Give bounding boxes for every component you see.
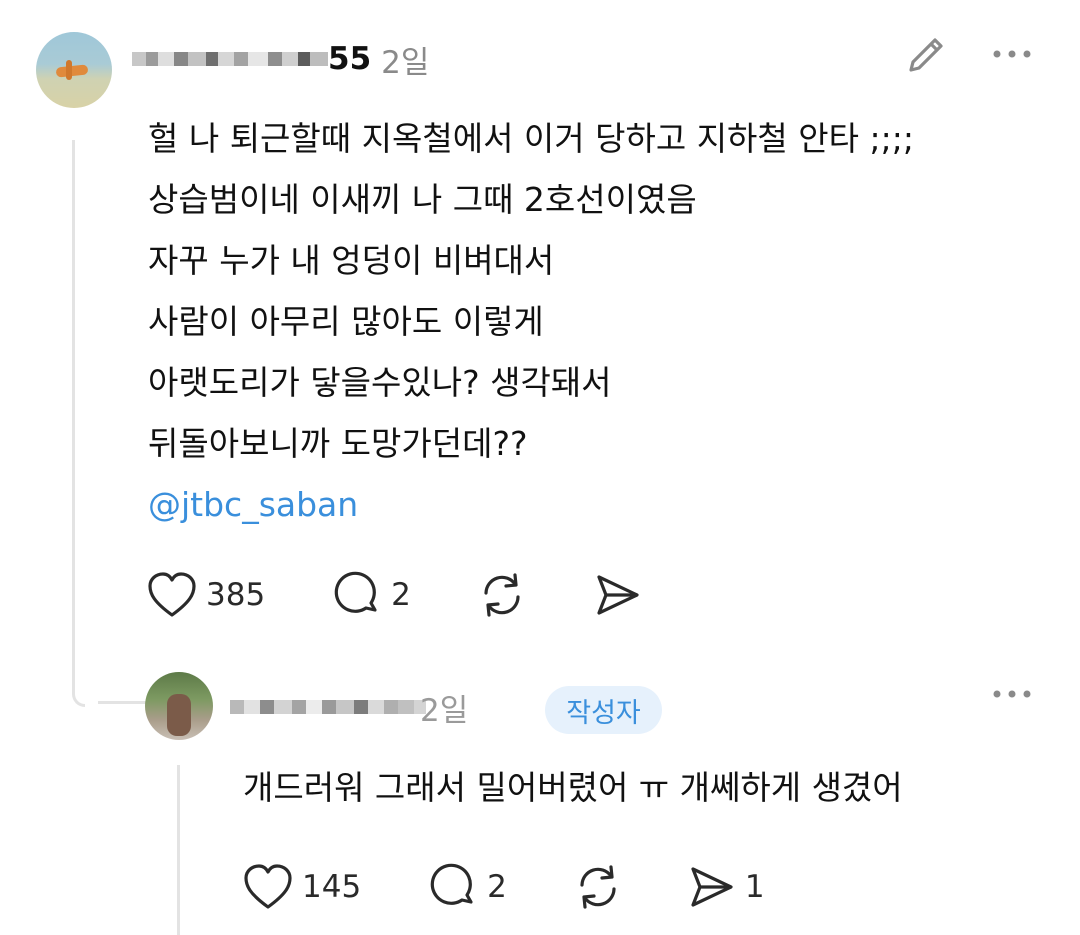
comment-button[interactable]: 2 (333, 570, 411, 620)
reply-actions: 145 2 1 (242, 862, 765, 912)
repost-icon (484, 573, 520, 617)
comment-icon (430, 863, 473, 905)
reply-share-count: 1 (744, 869, 765, 905)
reply-timestamp: 2일 (420, 692, 469, 729)
post-line: 상습범이네 이새끼 나 그때 2호선이였음 (148, 180, 697, 219)
reply-like-button[interactable]: 145 (242, 863, 361, 911)
like-count: 385 (206, 577, 266, 613)
post-line: 사람이 아무리 많아도 이렇게 (148, 302, 544, 341)
more-icon[interactable] (990, 44, 1034, 64)
like-button[interactable]: 385 (146, 571, 265, 619)
reply-comment-count: 2 (487, 869, 507, 905)
repost-icon (580, 865, 616, 909)
post-actions: 385 2 (146, 570, 643, 620)
post-line: 뒤돌아보니까 도망가던데?? (148, 424, 528, 463)
reply-header: 2일 (230, 684, 468, 730)
avatar-plane-shape (66, 60, 72, 80)
reply-share-button[interactable]: 1 (687, 863, 765, 911)
avatar-plane-shape (55, 64, 89, 78)
avatar[interactable] (36, 32, 112, 108)
username-suffix[interactable]: 55 (328, 41, 371, 77)
post-body: 헐 나 퇴근할때 지옥철에서 이거 당하고 지하철 안타 ;;;; 상습범이네 … (148, 108, 1048, 535)
post-line: 자꾸 누가 내 엉덩이 비벼대서 (148, 241, 555, 280)
post-line: 헐 나 퇴근할때 지옥철에서 이거 당하고 지하철 안타 ;;;; (148, 119, 914, 158)
author-badge: 작성자 (545, 686, 662, 734)
edit-icon[interactable] (903, 32, 949, 78)
repost-button[interactable] (477, 570, 527, 620)
post-timestamp: 2일 (381, 44, 430, 81)
reply-repost-button[interactable] (573, 862, 623, 912)
username-blurred[interactable] (132, 52, 328, 66)
avatar-figure-shape (167, 694, 191, 736)
share-icon (691, 867, 733, 907)
comment-icon (334, 571, 377, 613)
mention-link[interactable]: @jtbc_saban (148, 474, 1048, 535)
reply-like-count: 145 (302, 869, 362, 905)
thread-connector-line (72, 140, 85, 707)
comment-count: 2 (391, 577, 411, 613)
heart-icon (244, 864, 292, 909)
post-line: 아랫도리가 닿을수있나? 생각돼서 (148, 363, 612, 402)
reply-avatar[interactable] (145, 672, 213, 740)
reply-comment-button[interactable]: 2 (429, 862, 507, 912)
share-button[interactable] (593, 571, 643, 619)
reply-more-icon[interactable] (990, 684, 1034, 704)
reply-body: 개드러워 그래서 밀어버렸어 ㅠ 개쎄하게 생겼어 (243, 768, 903, 807)
heart-icon (148, 572, 196, 617)
reply-username-blurred[interactable] (230, 700, 426, 714)
reply-thread-line (177, 765, 180, 935)
thread-connector-line (98, 701, 146, 704)
share-icon (597, 575, 639, 615)
post-header: 55 2일 (132, 34, 429, 84)
